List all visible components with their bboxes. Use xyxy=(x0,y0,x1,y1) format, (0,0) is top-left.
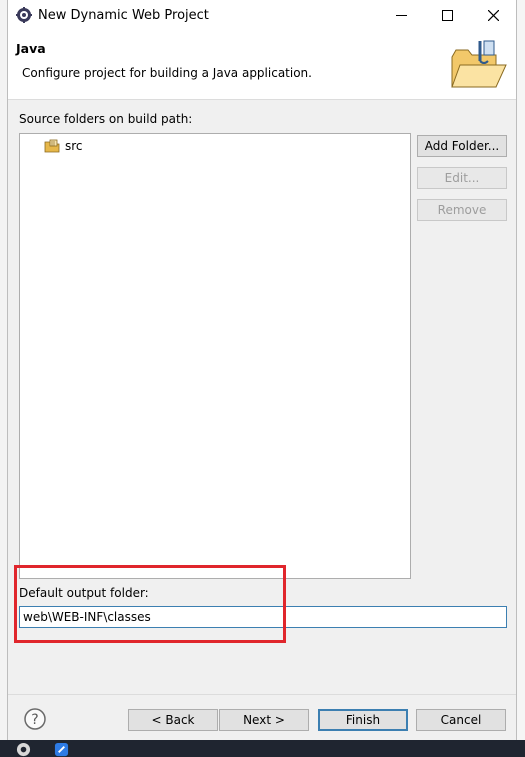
window-title: New Dynamic Web Project xyxy=(38,8,209,23)
footer-divider xyxy=(8,694,516,695)
finish-button[interactable]: Finish xyxy=(318,709,408,731)
minimize-button[interactable] xyxy=(378,0,424,31)
page-title: Java xyxy=(16,41,46,56)
title-bar[interactable]: New Dynamic Web Project xyxy=(8,0,516,31)
maximize-button[interactable] xyxy=(424,0,470,31)
tree-item-label: src xyxy=(65,139,83,153)
eclipse-taskbar-icon[interactable] xyxy=(16,742,31,757)
back-button[interactable]: < Back xyxy=(128,709,218,731)
eclipse-gear-icon xyxy=(16,7,32,23)
default-output-folder-input[interactable] xyxy=(19,606,507,628)
close-icon xyxy=(487,10,499,21)
wizard-header: Java Configure project for building a Ja… xyxy=(8,31,516,100)
default-output-folder-label: Default output folder: xyxy=(19,586,149,600)
source-folders-tree[interactable]: src xyxy=(19,133,411,579)
app-taskbar-icon[interactable] xyxy=(54,742,69,757)
new-dynamic-web-project-dialog: New Dynamic Web Project Java Configure p… xyxy=(7,0,517,740)
source-folders-label: Source folders on build path: xyxy=(19,112,193,126)
taskbar xyxy=(0,740,525,757)
edit-button[interactable]: Edit... xyxy=(417,167,507,189)
remove-button[interactable]: Remove xyxy=(417,199,507,221)
open-folder-java-icon xyxy=(451,40,507,88)
svg-text:?: ? xyxy=(31,712,38,728)
help-question-icon[interactable]: ? xyxy=(24,708,46,730)
add-folder-button[interactable]: Add Folder... xyxy=(417,135,507,157)
maximize-icon xyxy=(441,10,453,21)
tree-item-src[interactable]: src xyxy=(44,139,83,153)
minimize-icon xyxy=(395,15,407,16)
page-description: Configure project for building a Java ap… xyxy=(22,66,312,80)
next-button[interactable]: Next > xyxy=(219,709,309,731)
source-package-folder-icon xyxy=(44,139,60,153)
cancel-button[interactable]: Cancel xyxy=(416,709,506,731)
close-button[interactable] xyxy=(470,0,516,31)
